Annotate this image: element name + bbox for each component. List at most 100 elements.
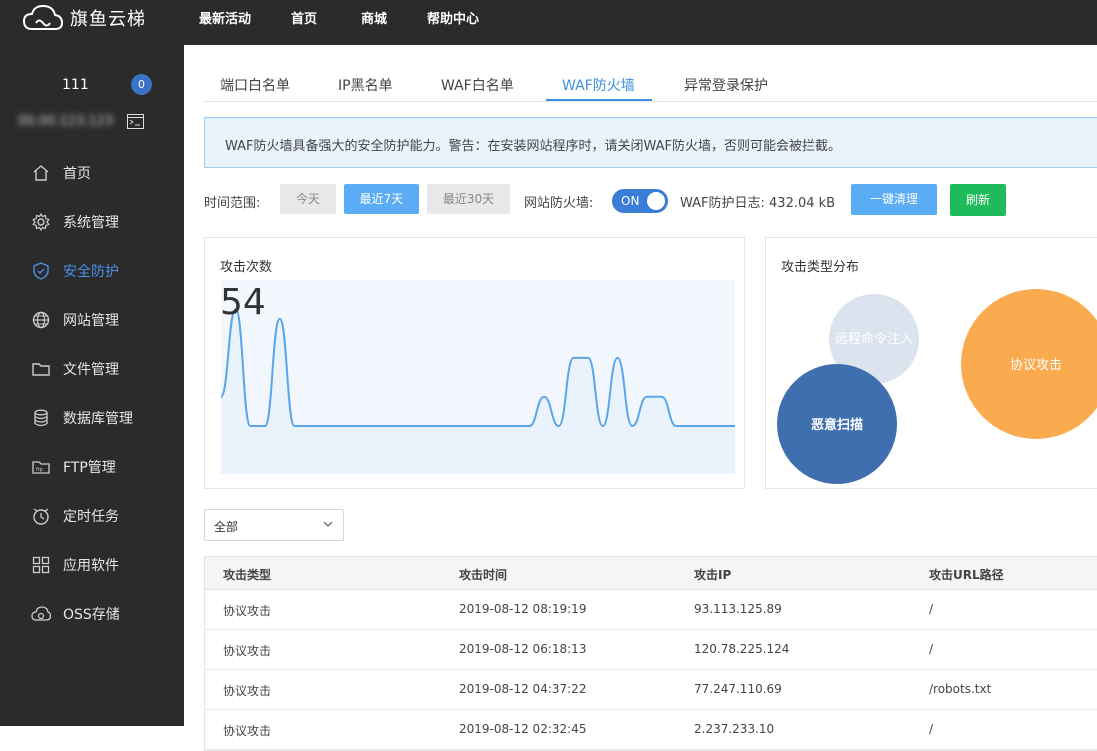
attack-type-filter-select[interactable]: 全部 [204, 509, 344, 541]
cloud-logo-icon [22, 4, 64, 30]
waf-log-size: WAF防护日志: 432.04 kB [680, 196, 836, 211]
sidebar-item-security[interactable]: 安全防护 [0, 249, 184, 293]
refresh-button[interactable]: 刷新 [950, 184, 1006, 216]
alert-text: WAF防火墙具备强大的安全防护能力。警告：在安装网站程序时，请关闭WAF防火墙，… [225, 139, 842, 154]
cloud-storage-icon [31, 606, 51, 621]
apps-icon [32, 556, 50, 574]
site-firewall-label: 网站防火墙: [524, 196, 594, 211]
shield-icon [33, 262, 49, 280]
sidebar-item-oss[interactable]: OSS存储 [0, 592, 184, 636]
bubble-label-malicious-scan: 恶意扫描 [811, 417, 863, 433]
table-row: 协议攻击 2019-08-12 06:18:13 120.78.225.124 … [205, 630, 1097, 670]
sidebar-item-label: 数据库管理 [63, 411, 133, 427]
bubble-label-remote-command-injection: 远程命令注入 [835, 331, 913, 347]
cell-time: 2019-08-12 02:32:45 [459, 722, 587, 736]
top-bar: 旗鱼云梯 最新活动 首页 商城 帮助中心 [0, 0, 1097, 45]
sidebar-item-label: OSS存储 [63, 607, 120, 623]
sidebar-item-files[interactable]: 文件管理 [0, 347, 184, 391]
chevron-down-icon [323, 521, 333, 527]
range-7days-button[interactable]: 最近7天 [344, 184, 419, 214]
attack-count-card: 攻击次数 54 [204, 237, 745, 489]
clear-log-button[interactable]: 一键清理 [851, 184, 937, 215]
cell-type: 协议攻击 [223, 684, 272, 698]
sidebar-item-database[interactable]: 数据库管理 [0, 396, 184, 440]
logo[interactable]: 旗鱼云梯 [22, 0, 146, 35]
user-ip: 00.00.123.123 [18, 114, 114, 129]
range-30days-button[interactable]: 最近30天 [427, 184, 510, 214]
tab-ip-blacklist[interactable]: IP黑名单 [338, 75, 393, 95]
logo-text: 旗鱼云梯 [70, 8, 146, 30]
tab-waf-firewall[interactable]: WAF防火墙 [562, 75, 635, 95]
range-today-button[interactable]: 今天 [280, 184, 336, 214]
sidebar-item-system[interactable]: 系统管理 [0, 200, 184, 244]
topnav-home[interactable]: 首页 [291, 8, 317, 27]
sidebar-item-apps[interactable]: 应用软件 [0, 543, 184, 587]
table-row: 协议攻击 2019-08-12 04:37:22 77.247.110.69 /… [205, 670, 1097, 710]
cell-ip: 2.237.233.10 [694, 722, 775, 736]
database-icon [34, 409, 48, 427]
cell-type: 协议攻击 [223, 604, 272, 618]
attack-log-table: 攻击类型 攻击时间 攻击IP 攻击URL路径 协议攻击 2019-08-12 0… [204, 556, 1097, 751]
sidebar-item-websites[interactable]: 网站管理 [0, 298, 184, 342]
toggle-knob [647, 192, 665, 210]
attack-count-chart [220, 280, 735, 474]
sidebar-item-cron[interactable]: 定时任务 [0, 494, 184, 538]
cell-ip: 93.113.125.89 [694, 602, 782, 616]
cell-time: 2019-08-12 06:18:13 [459, 642, 587, 656]
active-tab-indicator [546, 99, 652, 101]
attack-type-card: 攻击类型分布 远程命令注入 恶意扫描 协议攻击 [765, 237, 1097, 489]
sidebar: 111 0 00.00.123.123 首页 系统管理 安全防护 网站管理 文件… [0, 45, 184, 726]
cell-time: 2019-08-12 04:37:22 [459, 682, 587, 696]
select-value: 全部 [214, 520, 239, 534]
column-header-time: 攻击时间 [459, 568, 508, 582]
cell-time: 2019-08-12 08:19:19 [459, 602, 587, 616]
sidebar-item-label: 网站管理 [63, 313, 119, 329]
sidebar-item-label: 首页 [63, 166, 91, 182]
sidebar-item-home[interactable]: 首页 [0, 151, 184, 195]
bubble-label-protocol-attack: 协议攻击 [1010, 358, 1062, 373]
clock-icon [33, 508, 49, 525]
svg-text:ftp: ftp [36, 467, 43, 473]
sidebar-item-label: 系统管理 [63, 215, 119, 231]
topnav-mall[interactable]: 商城 [361, 8, 387, 27]
waf-warning-alert: WAF防火墙具备强大的安全防护能力。警告：在安装网站程序时，请关闭WAF防火墙，… [204, 117, 1097, 168]
table-header: 攻击类型 攻击时间 攻击IP 攻击URL路径 [205, 557, 1097, 590]
tab-login-protection[interactable]: 异常登录保护 [684, 75, 768, 95]
column-header-url: 攻击URL路径 [929, 568, 1004, 582]
sidebar-item-ftp[interactable]: ftp FTP管理 [0, 445, 184, 489]
table-row: 协议攻击 2019-08-12 02:32:45 2.237.233.10 / [205, 710, 1097, 750]
column-header-type: 攻击类型 [223, 568, 272, 582]
user-name: 111 [62, 77, 89, 93]
attack-type-bubble-chart: 远程命令注入 恶意扫描 协议攻击 [777, 289, 1097, 484]
topnav-latest-activity[interactable]: 最新活动 [199, 8, 251, 27]
cell-url: / [929, 642, 934, 656]
gear-icon [32, 212, 50, 232]
cell-type: 协议攻击 [223, 644, 272, 658]
sidebar-item-label: 应用软件 [63, 558, 119, 574]
sidebar-item-label: 定时任务 [63, 509, 119, 525]
cell-url: / [929, 602, 934, 616]
cell-type: 协议攻击 [223, 724, 272, 738]
main-content: 端口白名单 IP黑名单 WAF白名单 WAF防火墙 异常登录保护 WAF防火墙具… [184, 45, 1097, 751]
cell-url: / [929, 722, 934, 736]
notification-badge[interactable]: 0 [131, 74, 152, 95]
tab-port-whitelist[interactable]: 端口白名单 [220, 75, 290, 95]
tab-waf-whitelist[interactable]: WAF白名单 [441, 75, 514, 95]
ftp-icon: ftp [32, 461, 50, 474]
sidebar-item-label: FTP管理 [63, 460, 116, 476]
attack-total: 54 [220, 282, 266, 323]
sidebar-item-label: 安全防护 [63, 264, 119, 280]
globe-icon [32, 311, 50, 329]
cell-ip: 77.247.110.69 [694, 682, 782, 696]
time-range-label: 时间范围: [204, 196, 261, 211]
top-nav: 最新活动 首页 商城 帮助中心 [199, 0, 519, 35]
cell-ip: 120.78.225.124 [694, 642, 790, 656]
topnav-help[interactable]: 帮助中心 [427, 8, 479, 27]
sidebar-item-label: 文件管理 [63, 362, 119, 378]
table-row: 协议攻击 2019-08-12 08:19:19 93.113.125.89 / [205, 590, 1097, 630]
toggle-state-text: ON [621, 194, 640, 208]
column-header-ip: 攻击IP [694, 568, 732, 582]
terminal-icon[interactable] [127, 114, 144, 129]
folder-icon [32, 363, 50, 376]
firewall-toggle[interactable]: ON [612, 189, 668, 213]
